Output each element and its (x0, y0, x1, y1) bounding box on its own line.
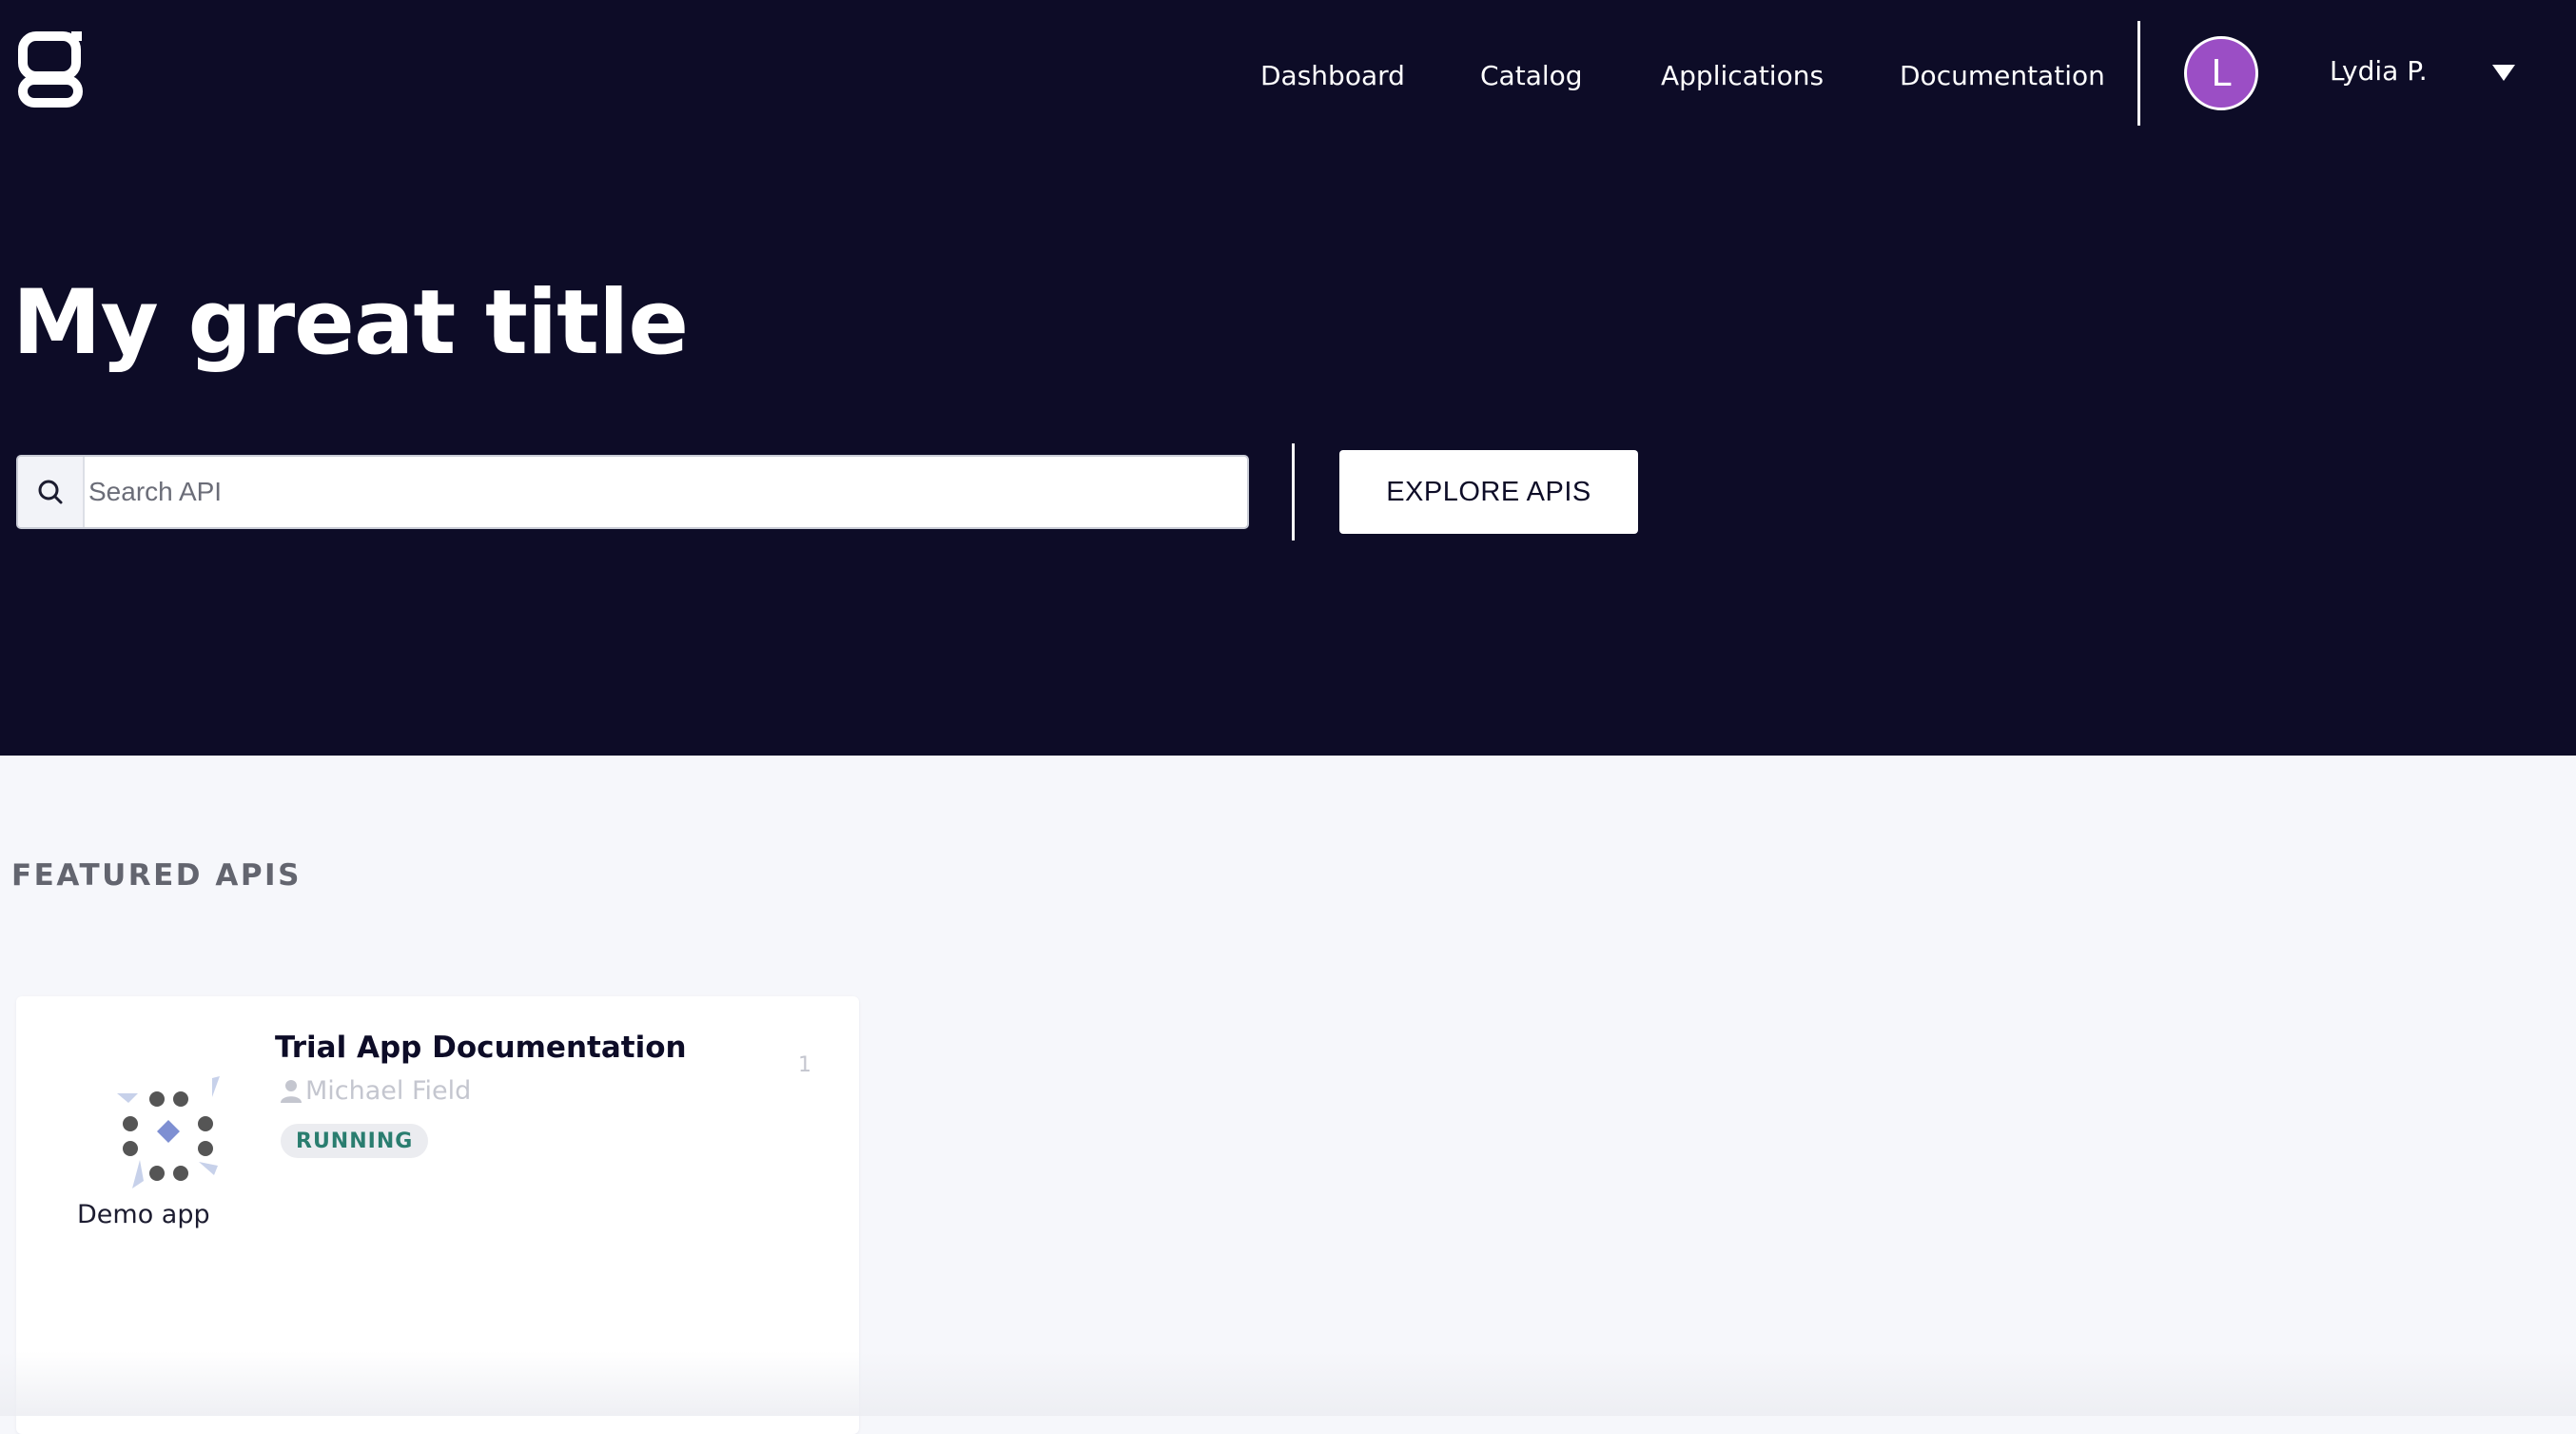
user-avatar[interactable]: L (2184, 36, 2258, 110)
avatar-initial: L (2211, 52, 2232, 94)
hero-section: Dashboard Catalog Applications Documenta… (0, 0, 2576, 756)
nav-catalog[interactable]: Catalog (1480, 60, 1583, 91)
featured-apis-heading: FEATURED APIS (11, 858, 302, 893)
card-app-name: Demo app (77, 1200, 210, 1229)
page-title: My great title (12, 271, 689, 375)
search-icon (18, 457, 85, 527)
api-card[interactable]: Demo app Trial App Documentation Michael… (16, 996, 859, 1434)
app-dots-logo-icon (100, 1038, 233, 1190)
card-title[interactable]: Trial App Documentation (275, 1031, 687, 1065)
card-owner-name: Michael Field (305, 1076, 472, 1106)
nav-dashboard[interactable]: Dashboard (1260, 60, 1405, 91)
card-count: 1 (798, 1053, 811, 1077)
search-box[interactable] (16, 455, 1249, 529)
user-name[interactable]: Lydia P. (2330, 55, 2428, 87)
explore-apis-button[interactable]: EXPLORE APIS (1339, 450, 1638, 534)
card-owner: Michael Field (279, 1076, 471, 1106)
user-icon (281, 1079, 302, 1103)
nav-applications[interactable]: Applications (1661, 60, 1824, 91)
brand-logo-icon[interactable] (17, 30, 84, 110)
caret-down-icon[interactable] (2492, 65, 2515, 81)
status-badge: RUNNING (281, 1124, 429, 1158)
search-input[interactable] (85, 457, 1247, 527)
search-divider (1292, 443, 1295, 540)
nav-divider (2137, 21, 2140, 126)
nav-documentation[interactable]: Documentation (1900, 60, 2105, 91)
